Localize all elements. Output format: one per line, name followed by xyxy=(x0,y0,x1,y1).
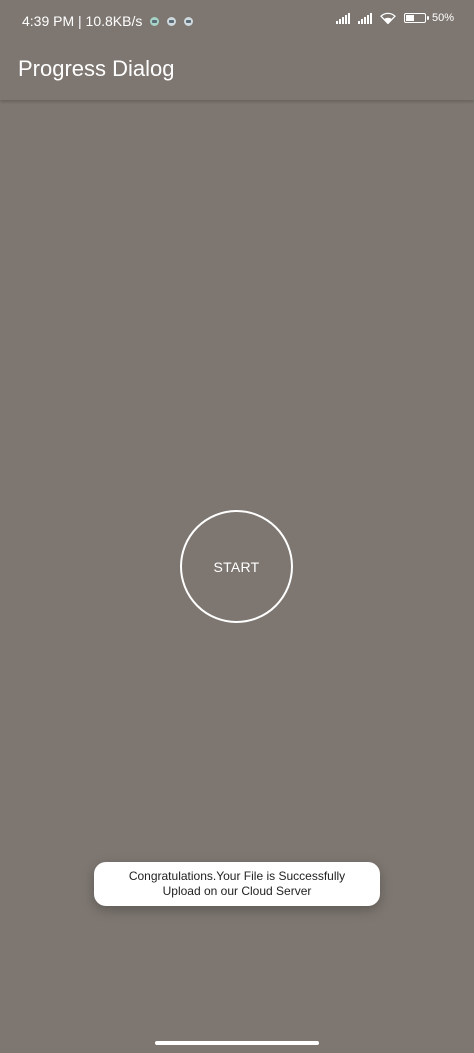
status-left: 4:39 PM | 10.8KB/s xyxy=(22,13,194,29)
battery-group: 50% xyxy=(403,12,454,24)
status-right: 50% xyxy=(335,12,454,24)
navigation-handle[interactable] xyxy=(155,1041,319,1045)
notification-app-icon xyxy=(167,16,177,26)
status-bar: 4:39 PM | 10.8KB/s 50% xyxy=(0,0,474,40)
status-time-speed: 4:39 PM | 10.8KB/s xyxy=(22,13,143,29)
notification-app-icon xyxy=(184,16,194,26)
battery-icon xyxy=(403,13,429,23)
start-button-label: START xyxy=(213,558,260,575)
battery-percentage: 50% xyxy=(431,12,454,24)
notification-app-icon xyxy=(150,16,160,26)
wifi-icon xyxy=(380,12,396,24)
battery-fill xyxy=(405,15,415,21)
start-button[interactable]: START xyxy=(180,510,293,623)
toast-message: Congratulations.Your File is Successfull… xyxy=(94,862,380,906)
signal-icon xyxy=(357,12,372,24)
app-bar: Progress Dialog xyxy=(0,40,474,100)
page-title: Progress Dialog xyxy=(18,56,175,81)
screen: 4:39 PM | 10.8KB/s 50% Progress Dialog S… xyxy=(0,0,474,1053)
signal-icon xyxy=(335,12,350,24)
